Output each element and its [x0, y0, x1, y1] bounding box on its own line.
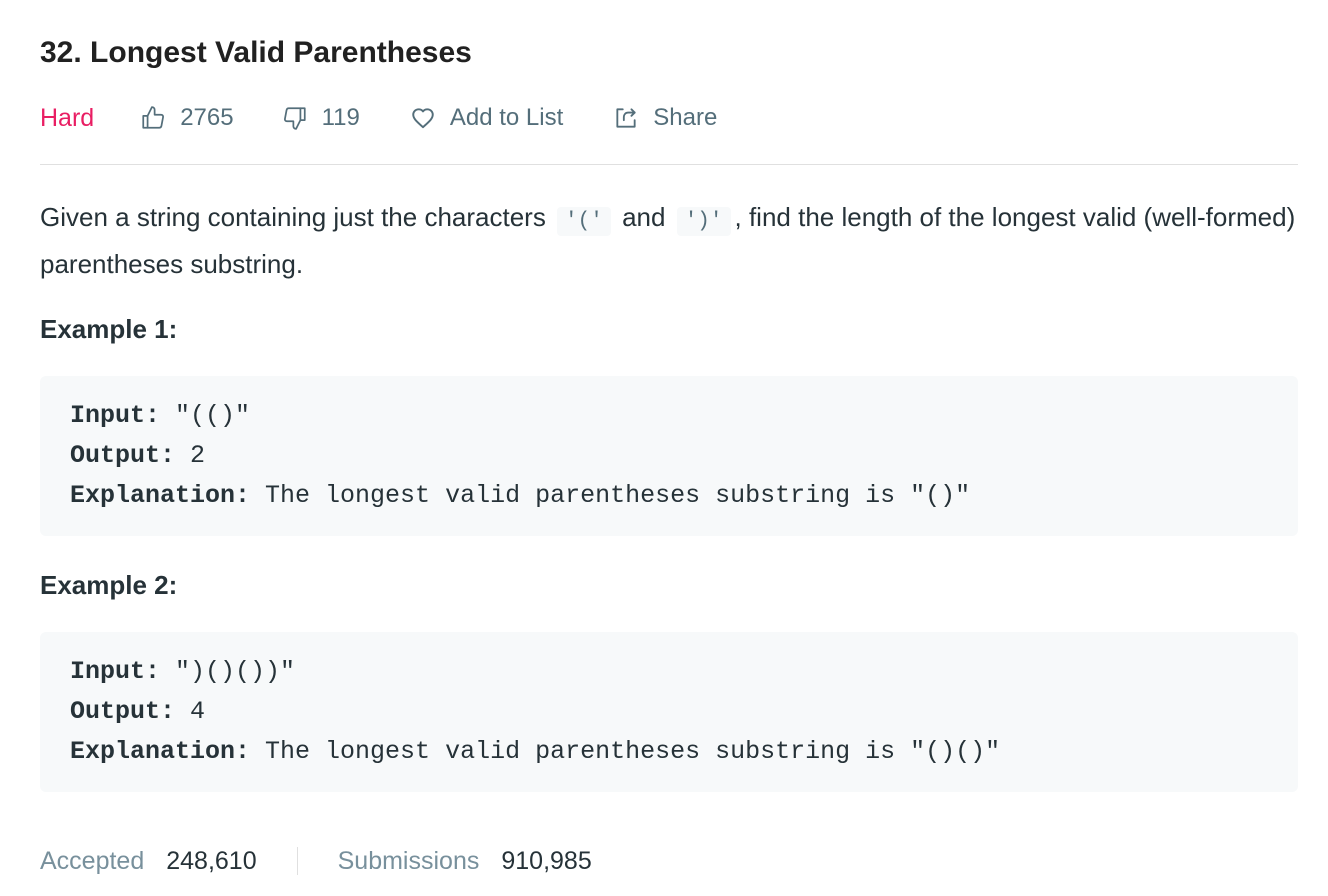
- problem-meta-bar: Hard 2765 119 Add to List Share: [40, 98, 717, 138]
- output-value: 2: [175, 441, 206, 470]
- difficulty-badge: Hard: [40, 104, 95, 132]
- example-output-line: Output: 4: [70, 692, 1268, 732]
- accepted-value: 248,610: [166, 846, 257, 875]
- explanation-value: The longest valid parentheses substring …: [250, 481, 971, 510]
- share-icon: [613, 105, 639, 131]
- example-input-line: Input: "(()": [70, 396, 1268, 436]
- thumbs-down-icon: [282, 105, 308, 131]
- example-2-title: Example 2:: [40, 570, 178, 600]
- description-text: Given a string containing just the chara…: [40, 202, 554, 232]
- dislike-button[interactable]: 119: [282, 98, 360, 138]
- explanation-label: Explanation:: [70, 481, 251, 510]
- add-to-list-label: Add to List: [449, 104, 564, 131]
- input-label: Input:: [70, 401, 161, 430]
- stats-divider: [296, 847, 298, 875]
- like-count: 2765: [180, 104, 234, 131]
- example-explanation-line: Explanation: The longest valid parenthes…: [70, 732, 1268, 772]
- explanation-label: Explanation:: [70, 737, 251, 766]
- output-value: 4: [175, 697, 206, 726]
- input-label: Input:: [70, 657, 161, 686]
- thumbs-up-icon: [140, 105, 166, 131]
- output-label: Output:: [70, 697, 176, 726]
- problem-description: Given a string containing just the chara…: [40, 196, 1298, 285]
- add-to-list-button[interactable]: Add to List: [410, 98, 563, 138]
- accepted-label: Accepted: [40, 846, 145, 875]
- submissions-label: Submissions: [337, 846, 480, 875]
- dislike-count: 119: [321, 104, 360, 131]
- explanation-value: The longest valid parentheses substring …: [250, 737, 1001, 766]
- example-1-title: Example 1:: [40, 314, 178, 344]
- input-value: "(()": [160, 401, 251, 430]
- like-button[interactable]: 2765: [140, 98, 234, 138]
- share-button[interactable]: Share: [613, 98, 717, 138]
- example-1-box: Input: "(()" Output: 2 Explanation: The …: [40, 376, 1298, 536]
- heart-icon: [410, 105, 436, 131]
- example-input-line: Input: ")()())": [70, 652, 1268, 692]
- submission-stats: Accepted 248,610 Submissions 910,985: [40, 842, 592, 880]
- description-text: and: [614, 202, 673, 232]
- submissions-value: 910,985: [501, 846, 592, 875]
- inline-code-close-paren: ')': [676, 207, 731, 236]
- problem-title: 32. Longest Valid Parentheses: [40, 36, 472, 69]
- output-label: Output:: [70, 441, 176, 470]
- input-value: ")()())": [160, 657, 296, 686]
- share-label: Share: [653, 104, 718, 131]
- example-output-line: Output: 2: [70, 436, 1268, 476]
- example-2-box: Input: ")()())" Output: 4 Explanation: T…: [40, 632, 1298, 792]
- inline-code-open-paren: '(': [557, 207, 611, 236]
- header-divider: [40, 164, 1298, 165]
- example-explanation-line: Explanation: The longest valid parenthes…: [70, 476, 1268, 516]
